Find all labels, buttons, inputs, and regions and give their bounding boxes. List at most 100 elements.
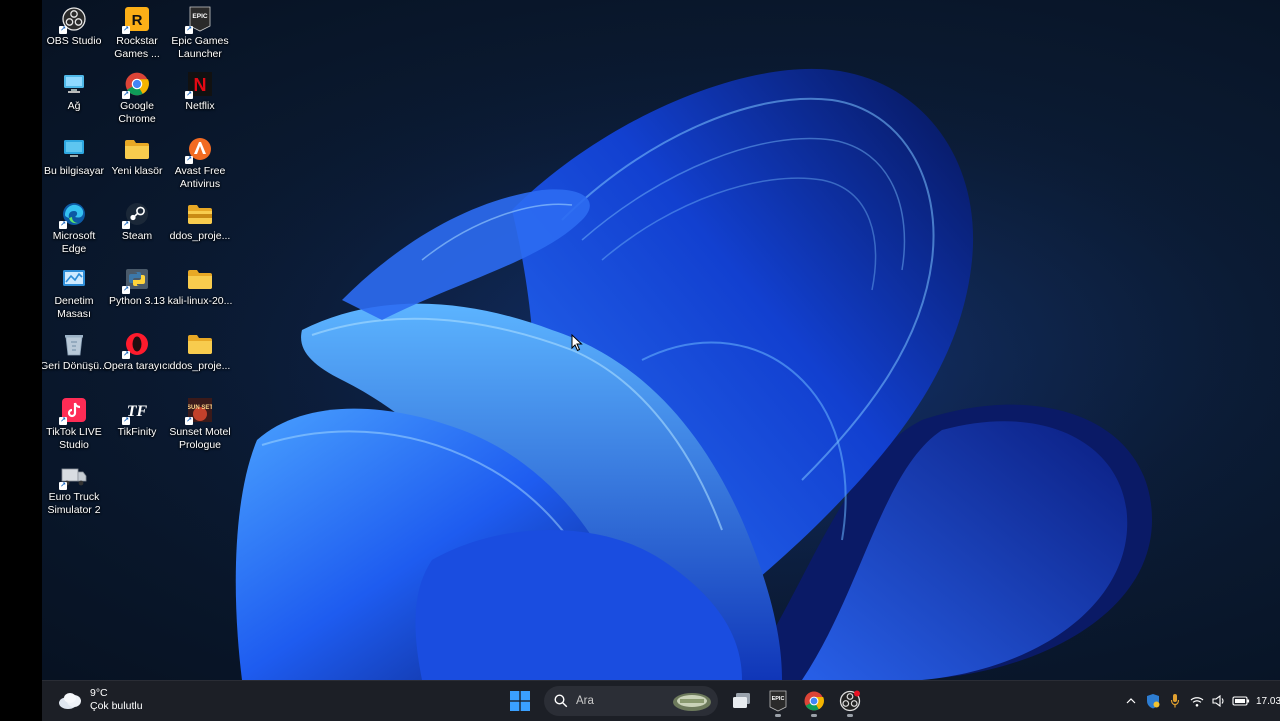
- desktop-icon[interactable]: SUN SET ↗ Sunset Motel Prologue: [168, 393, 232, 455]
- task-view-button[interactable]: [726, 685, 758, 717]
- desktop-icon[interactable]: Denetim Masası: [42, 262, 106, 324]
- running-indicator: [775, 714, 781, 717]
- desktop-icon-label: Steam: [121, 230, 153, 242]
- desktop-icon-label: Sunset Motel Prologue: [169, 426, 231, 451]
- running-indicator: [811, 714, 817, 717]
- cloudy-icon: [59, 693, 81, 709]
- shortcut-arrow-icon: ↗: [122, 221, 130, 229]
- defender-icon: [1147, 694, 1160, 709]
- desktop-icon-label: Ağ: [67, 100, 81, 112]
- desktop-icon[interactable]: ↗ Microsoft Edge: [42, 197, 106, 259]
- desktop-icon[interactable]: ↗ Euro Truck Simulator 2: [42, 458, 106, 520]
- desktop-icon[interactable]: kali-linux-20...: [168, 262, 232, 324]
- desktop-icon[interactable]: ↗ Opera tarayıcı: [103, 327, 171, 389]
- opera-icon: ↗: [122, 331, 150, 359]
- desktop-icon[interactable]: N ↗ Netflix: [168, 67, 232, 129]
- weather-widget[interactable]: 9°C Çok bulutlu: [56, 687, 143, 713]
- wifi-icon: [1190, 696, 1204, 707]
- left-black-border: [0, 0, 42, 720]
- folder-icon: [187, 331, 213, 357]
- desktop-icon[interactable]: EPIC ↗ Epic Games Launcher: [168, 2, 232, 64]
- desktop-icon-label: Euro Truck Simulator 2: [47, 491, 101, 516]
- taskbar-chrome[interactable]: [798, 685, 830, 717]
- desktop-icon-label: Epic Games Launcher: [171, 35, 229, 60]
- desktop-icon[interactable]: TF ↗ TikFinity: [105, 393, 169, 455]
- desktop[interactable]: ↗ OBS Studio R ↗ Rockstar Games ... EPIC ↗ Epic…: [42, 0, 1280, 680]
- desktop-icon-label: Denetim Masası: [54, 295, 94, 320]
- shortcut-arrow-icon: ↗: [122, 417, 130, 425]
- computer-icon: [61, 136, 87, 162]
- tray-battery[interactable]: [1230, 681, 1252, 721]
- microphone-icon: [1170, 694, 1180, 708]
- avast-icon: ↗: [185, 136, 213, 164]
- search-placeholder: Ara: [576, 695, 594, 707]
- taskbar-obs[interactable]: [834, 685, 866, 717]
- folder-icon: [187, 266, 213, 292]
- shortcut-arrow-icon: ↗: [59, 417, 67, 425]
- sunset-motel-icon: SUN SET ↗: [185, 397, 213, 425]
- shortcut-arrow-icon: ↗: [122, 91, 130, 99]
- tray-defender[interactable]: [1142, 681, 1164, 721]
- desktop-icon-label: OBS Studio: [46, 35, 102, 47]
- desktop-icon-label: Bu bilgisayar: [43, 165, 105, 177]
- steam-icon: ↗: [122, 201, 150, 229]
- desktop-icon[interactable]: Yeni klasör: [105, 132, 169, 194]
- folder-icon: [124, 136, 150, 162]
- desktop-icon[interactable]: ↗ TikTok LIVE Studio: [42, 393, 106, 455]
- shortcut-arrow-icon: ↗: [185, 26, 193, 34]
- svg-text:EPIC: EPIC: [192, 13, 207, 20]
- start-button[interactable]: [504, 685, 536, 717]
- desktop-icon[interactable]: ↗ Steam: [105, 197, 169, 259]
- chrome-icon: ↗: [122, 71, 150, 99]
- desktop-icon-label: Netflix: [185, 100, 215, 112]
- search-icon: [554, 694, 568, 708]
- obs-icon: ↗: [59, 6, 87, 34]
- desktop-icon[interactable]: ddos_proje...: [168, 197, 232, 259]
- desktop-icon[interactable]: ↗ Avast Free Antivirus: [168, 132, 232, 194]
- battery-icon: [1232, 696, 1250, 706]
- taskbar-center: Ara EPIC: [502, 685, 868, 717]
- svg-text:R: R: [132, 12, 143, 29]
- desktop-icon[interactable]: ↗ OBS Studio: [42, 2, 106, 64]
- desktop-icon-label: kali-linux-20...: [167, 295, 233, 307]
- shortcut-arrow-icon: ↗: [122, 26, 130, 34]
- taskbar-clock[interactable]: 17.03: [1256, 696, 1280, 707]
- zip-folder-icon: [187, 201, 213, 227]
- desktop-icon[interactable]: ddos_proje...: [168, 327, 232, 389]
- taskbar-epic-games[interactable]: EPIC: [762, 685, 794, 717]
- desktop-icon-label: Geri Dönüşü...: [42, 360, 108, 372]
- shortcut-arrow-icon: ↗: [122, 286, 130, 294]
- epic-games-icon: EPIC ↗: [185, 6, 213, 34]
- tray-wifi[interactable]: [1186, 681, 1208, 721]
- desktop-icon-label: Python 3.13: [108, 295, 166, 307]
- desktop-icon-label: Rockstar Games ...: [114, 35, 160, 60]
- python-icon: ↗: [122, 266, 150, 294]
- tiktok-icon: ↗: [59, 397, 87, 425]
- weather-temp: 9°C: [90, 687, 108, 699]
- desktop-icon[interactable]: Geri Dönüşü...: [42, 327, 108, 389]
- shortcut-arrow-icon: ↗: [122, 351, 130, 359]
- tray-microphone[interactable]: [1164, 681, 1186, 721]
- desktop-icon[interactable]: Bu bilgisayar: [42, 132, 106, 194]
- desktop-icon[interactable]: ↗ Python 3.13: [105, 262, 169, 324]
- tray-overflow-button[interactable]: [1120, 681, 1142, 721]
- desktop-icon-label: Microsoft Edge: [52, 230, 96, 255]
- desktop-icon-label: Google Chrome: [118, 100, 156, 125]
- desktop-icon[interactable]: ↗ Google Chrome: [105, 67, 169, 129]
- desktop-icon[interactable]: Ağ: [42, 67, 106, 129]
- taskbar-search[interactable]: Ara: [544, 686, 718, 716]
- desktop-icon[interactable]: R ↗ Rockstar Games ...: [105, 2, 169, 64]
- recycle-bin-icon: [61, 331, 87, 357]
- speaker-icon: [1212, 695, 1224, 707]
- taskbar: 9°C Çok bulutlu Ara EPIC 17.03: [42, 680, 1280, 721]
- shortcut-arrow-icon: ↗: [59, 221, 67, 229]
- chevron-up-icon: [1126, 698, 1136, 704]
- tikfinity-icon: TF ↗: [122, 397, 150, 425]
- desktop-icon-label: Opera tarayıcı: [103, 360, 171, 372]
- desktop-icon-label: Yeni klasör: [111, 165, 163, 177]
- shortcut-arrow-icon: ↗: [59, 26, 67, 34]
- shortcut-arrow-icon: ↗: [59, 482, 67, 490]
- network-icon: [61, 71, 87, 97]
- desktop-icon-label: TikTok LIVE Studio: [46, 426, 102, 451]
- tray-volume[interactable]: [1208, 681, 1230, 721]
